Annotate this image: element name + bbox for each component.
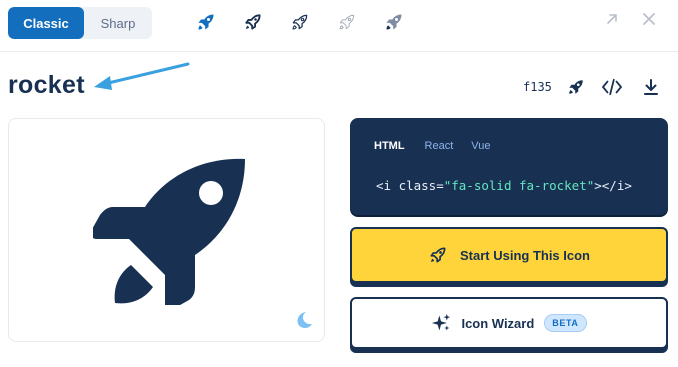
code-icon[interactable] <box>601 76 623 98</box>
start-using-icon-button[interactable]: Start Using This Icon <box>350 227 668 283</box>
code-snippet[interactable]: <i class="fa-solid fa-rocket"></i> <box>376 178 632 193</box>
sharp-button[interactable]: Sharp <box>84 7 152 39</box>
start-using-label: Start Using This Icon <box>459 247 590 263</box>
rocket-duotone-icon[interactable] <box>370 9 417 35</box>
code-snippet-panel: HTML React Vue <i class="fa-solid fa-roc… <box>350 118 668 215</box>
code-tabs: HTML React Vue <box>374 140 508 152</box>
code-prefix: <i class= <box>376 178 444 193</box>
top-bar: Classic Sharp <box>0 0 678 52</box>
icon-wizard-label: Icon Wizard <box>461 315 535 331</box>
sparkles-icon <box>432 313 451 331</box>
style-family-toggle: Classic Sharp <box>8 7 152 39</box>
rocket-regular-icon[interactable] <box>229 9 276 35</box>
style-variant-list <box>182 9 417 35</box>
icon-wizard-button[interactable]: Icon Wizard BETA <box>350 297 668 349</box>
unicode-value[interactable]: f135 <box>523 80 552 94</box>
rocket-preview-icon <box>93 158 245 305</box>
code-class-string: "fa-solid fa-rocket" <box>443 178 595 193</box>
tab-vue[interactable]: Vue <box>471 140 490 152</box>
rocket-light-icon[interactable] <box>276 9 323 35</box>
rocket-thin-icon[interactable] <box>323 9 370 35</box>
moon-icon[interactable] <box>295 311 313 329</box>
rocket-solid-icon[interactable] <box>182 9 229 35</box>
code-suffix: ></i> <box>594 178 632 193</box>
icon-preview-panel <box>8 118 325 342</box>
rocket-glyph-icon[interactable] <box>565 76 587 98</box>
classic-button[interactable]: Classic <box>8 7 84 39</box>
beta-badge: BETA <box>544 314 587 332</box>
rocket-launch-icon <box>430 247 446 263</box>
annotation-arrow <box>94 62 190 90</box>
tab-html[interactable]: HTML <box>374 140 405 152</box>
close-icon[interactable] <box>641 11 657 32</box>
icon-name-title: rocket <box>8 71 85 99</box>
download-icon[interactable] <box>640 76 662 98</box>
expand-icon[interactable] <box>604 11 620 32</box>
tab-react[interactable]: React <box>425 140 454 152</box>
